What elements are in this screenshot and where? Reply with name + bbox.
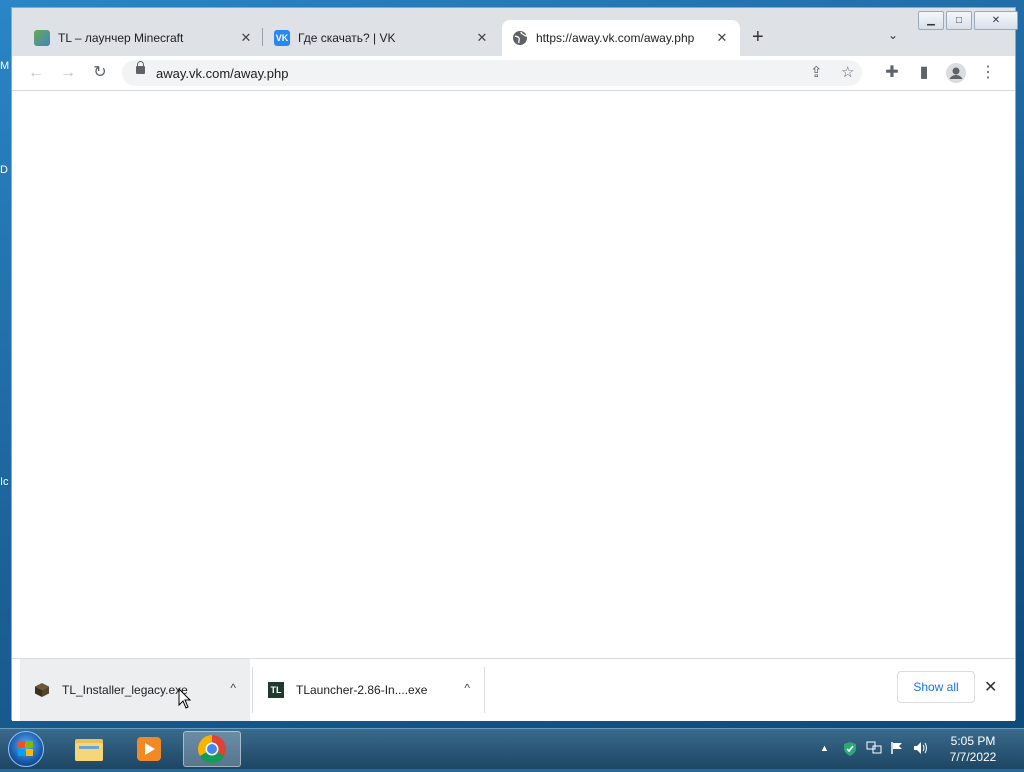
- download-filename: TLauncher-2.86-In....exe: [296, 683, 428, 697]
- download-separator: [252, 667, 253, 713]
- globe-icon: [512, 30, 528, 46]
- reload-button[interactable]: ↻: [88, 62, 112, 84]
- close-download-bar-icon[interactable]: ✕: [984, 677, 997, 697]
- side-panel-icon[interactable]: ▮: [912, 62, 936, 84]
- menu-icon[interactable]: ⋮: [976, 62, 1000, 84]
- tab-title: TL – лаунчер Minecraft: [58, 31, 184, 45]
- address-bar[interactable]: away.vk.com/away.php ⇪ ☆: [122, 60, 862, 86]
- desktop-icon-label-fragment: Ic: [0, 476, 9, 488]
- url-text[interactable]: away.vk.com/away.php: [156, 66, 288, 81]
- minimize-button[interactable]: ▁: [918, 11, 944, 30]
- windows-logo-icon: [18, 741, 34, 757]
- media-player-icon: [137, 737, 161, 761]
- taskbar-explorer[interactable]: [60, 731, 118, 767]
- folder-icon: [75, 739, 103, 761]
- taskbar: ▲ 5:05 PM 7/7/2022: [0, 728, 1024, 769]
- desktop-icon-label-fragment: D: [0, 164, 8, 176]
- tab-separator: [262, 28, 263, 46]
- vk-icon: VK: [274, 30, 290, 46]
- tab-strip: TL – лаунчер Minecraft ✕ VK Где скачать?…: [12, 8, 1018, 56]
- clock-time: 5:05 PM: [950, 734, 996, 748]
- tab-close-icon[interactable]: ✕: [238, 30, 254, 46]
- browser-toolbar: ← → ↻ away.vk.com/away.php ⇪ ☆ ✚ ▮ ⋮: [12, 56, 1015, 91]
- start-button[interactable]: [8, 731, 44, 767]
- back-button[interactable]: ←: [24, 62, 48, 84]
- taskbar-media-player[interactable]: [120, 731, 178, 767]
- forward-button[interactable]: →: [56, 62, 80, 84]
- share-icon[interactable]: ⇪: [810, 63, 823, 81]
- download-item[interactable]: TL TLauncher-2.86-In....exe ^: [254, 659, 484, 721]
- extensions-icon[interactable]: ✚: [880, 62, 904, 84]
- security-shield-icon[interactable]: [843, 741, 857, 760]
- tab-close-icon[interactable]: ✕: [714, 30, 730, 46]
- desktop-icon-label-fragment: M: [0, 60, 10, 72]
- volume-icon[interactable]: [913, 741, 929, 758]
- profile-avatar[interactable]: [944, 62, 968, 84]
- tab-search-button[interactable]: ⌄: [888, 28, 898, 42]
- show-all-downloads-button[interactable]: Show all: [897, 671, 975, 703]
- window-controls: ▁ □ ✕: [916, 11, 1018, 30]
- browser-window: TL – лаунчер Minecraft ✕ VK Где скачать?…: [11, 7, 1018, 721]
- system-clock[interactable]: 5:05 PM 7/7/2022: [940, 733, 1006, 765]
- minecraft-block-icon: [35, 683, 49, 697]
- chevron-up-icon[interactable]: ^: [464, 681, 470, 695]
- tab-close-icon[interactable]: ✕: [474, 30, 490, 46]
- show-hidden-icons-button[interactable]: ▲: [820, 743, 829, 753]
- download-bar: TL_Installer_legacy.exe ^ TL TLauncher-2…: [12, 658, 1015, 721]
- download-item[interactable]: TL_Installer_legacy.exe ^: [20, 659, 250, 721]
- close-window-button[interactable]: ✕: [974, 11, 1018, 30]
- action-center-flag-icon[interactable]: [890, 741, 904, 758]
- bookmark-star-icon[interactable]: ☆: [841, 63, 854, 81]
- chrome-icon: [198, 735, 226, 763]
- tab-tlauncher[interactable]: TL – лаунчер Minecraft ✕: [24, 20, 264, 56]
- download-filename: TL_Installer_legacy.exe: [62, 683, 188, 697]
- tab-vk[interactable]: VK Где скачать? | VK ✕: [264, 20, 500, 56]
- chevron-up-icon[interactable]: ^: [230, 681, 236, 695]
- mouse-cursor-icon: [178, 688, 192, 709]
- new-tab-button[interactable]: +: [752, 26, 764, 49]
- tl-globe-icon: [34, 30, 50, 46]
- clock-date: 7/7/2022: [949, 750, 997, 764]
- lock-icon[interactable]: [136, 61, 145, 74]
- maximize-button[interactable]: □: [946, 11, 972, 30]
- tab-title: Где скачать? | VK: [298, 31, 396, 45]
- download-separator: [484, 667, 485, 713]
- tl-logo-icon: TL: [268, 682, 284, 698]
- tab-away-vk[interactable]: https://away.vk.com/away.php ✕: [502, 20, 740, 56]
- network-icon[interactable]: [866, 741, 882, 758]
- page-content: [12, 91, 1015, 658]
- taskbar-chrome[interactable]: [183, 731, 241, 767]
- tab-title: https://away.vk.com/away.php: [536, 31, 695, 45]
